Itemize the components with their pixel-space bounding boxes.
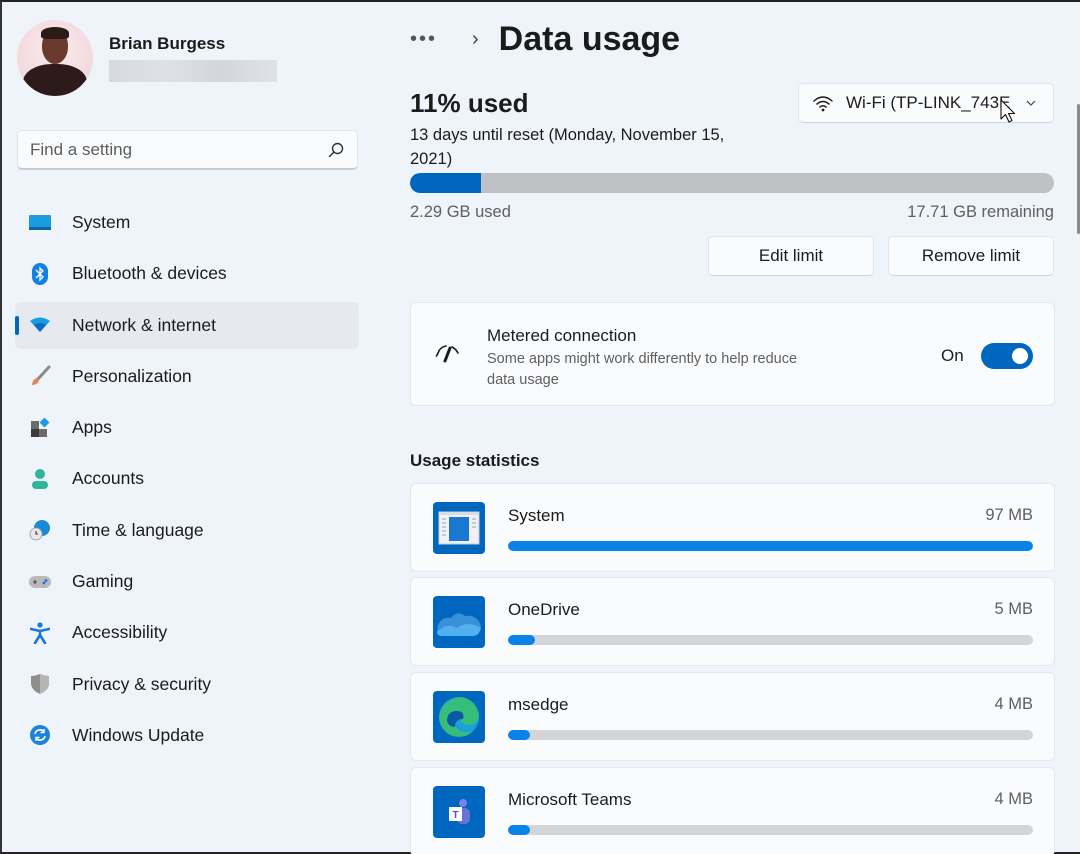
sidebar-item-accounts[interactable]: Accounts xyxy=(15,455,359,502)
sidebar-item-label: Privacy & security xyxy=(72,673,212,694)
sidebar-item-label: Bluetooth & devices xyxy=(72,263,227,284)
sidebar-item-apps[interactable]: Apps xyxy=(15,404,359,451)
search-icon[interactable] xyxy=(327,141,345,159)
app-name: Microsoft Teams xyxy=(508,790,632,809)
sidebar-item-label: Gaming xyxy=(72,571,134,592)
remaining-amount: 17.71 GB remaining xyxy=(907,203,1054,221)
remove-limit-button[interactable]: Remove limit xyxy=(888,236,1054,276)
sidebar-item-label: Time & language xyxy=(72,519,204,540)
wifi-icon xyxy=(29,314,51,336)
person-icon xyxy=(29,468,51,490)
metered-connection-toggle[interactable] xyxy=(981,343,1033,369)
sidebar-item-label: Personalization xyxy=(72,365,192,386)
avatar xyxy=(17,20,93,96)
sidebar-nav: System Bluetooth & devices Network & int… xyxy=(15,199,359,763)
sidebar-item-gaming[interactable]: Gaming xyxy=(15,558,359,605)
mouse-cursor-icon xyxy=(1000,99,1016,123)
sidebar-item-label: Accessibility xyxy=(72,622,168,643)
app-usage-bar-fill xyxy=(508,541,1033,551)
globe-clock-icon xyxy=(29,519,51,541)
search-input[interactable] xyxy=(30,139,327,160)
bluetooth-icon xyxy=(29,262,51,285)
onedrive-icon xyxy=(433,596,485,648)
sidebar-item-network[interactable]: Network & internet xyxy=(15,301,359,349)
sidebar-item-accessibility[interactable]: Accessibility xyxy=(15,609,359,656)
usage-summary: 11% used 13 days until reset (Monday, No… xyxy=(410,88,740,171)
data-usage-progress-fill xyxy=(410,173,481,193)
sidebar-item-bluetooth[interactable]: Bluetooth & devices xyxy=(15,250,359,297)
accessibility-icon xyxy=(29,622,51,644)
breadcrumb: ••• › Data usage xyxy=(410,20,680,59)
toggle-state-label: On xyxy=(941,346,964,365)
breadcrumb-more-button[interactable]: ••• xyxy=(410,28,450,51)
app-size: 4 MB xyxy=(994,695,1033,713)
app-usage-bar xyxy=(508,635,1033,645)
chevron-down-icon xyxy=(1026,100,1036,106)
toggle-knob xyxy=(1012,348,1028,364)
app-usage-row: OneDrive 5 MB xyxy=(410,577,1055,666)
sidebar-item-time-language[interactable]: Time & language xyxy=(15,507,359,554)
sidebar-item-label: Network & internet xyxy=(72,314,216,335)
search-box[interactable] xyxy=(17,130,358,170)
app-usage-bar xyxy=(508,730,1033,740)
profile-email-redacted xyxy=(109,60,277,82)
app-name: System xyxy=(508,506,565,525)
app-usage-bar-fill xyxy=(508,730,530,740)
gamepad-icon xyxy=(29,571,51,593)
active-indicator xyxy=(15,315,19,335)
app-usage-bar xyxy=(508,825,1033,835)
sidebar-item-label: System xyxy=(72,212,131,232)
app-usage-bar xyxy=(508,541,1033,551)
percent-used: 11% used xyxy=(410,88,529,118)
system-app-icon xyxy=(433,502,485,554)
sidebar-item-personalization[interactable]: Personalization xyxy=(15,353,359,400)
page-title: Data usage xyxy=(498,20,681,58)
profile-name: Brian Burgess xyxy=(109,34,226,53)
update-icon xyxy=(29,724,51,746)
sidebar-item-label: Apps xyxy=(72,417,112,438)
breadcrumb-chevron-icon: › xyxy=(472,28,479,50)
main-content: ••• › Data usage 11% used 13 days until … xyxy=(410,2,1055,854)
app-name: msedge xyxy=(508,695,569,714)
sidebar-item-label: Accounts xyxy=(72,468,144,489)
metered-title: Metered connection xyxy=(487,326,637,345)
paintbrush-icon xyxy=(29,365,51,387)
sidebar-item-system[interactable]: System xyxy=(15,199,359,246)
edit-limit-button[interactable]: Edit limit xyxy=(708,236,874,276)
reset-info: 13 days until reset (Monday, November 15… xyxy=(410,126,725,168)
sidebar: Brian Burgess System Bluetooth & devices xyxy=(2,2,374,854)
app-usage-bar-fill xyxy=(508,635,536,645)
usage-statistics-heading: Usage statistics xyxy=(410,451,540,470)
used-amount: 2.29 GB used xyxy=(410,203,511,221)
network-dropdown-value: Wi-Fi (TP-LINK_743E) xyxy=(846,93,1011,112)
sidebar-item-privacy[interactable]: Privacy & security xyxy=(15,661,359,708)
edge-icon xyxy=(433,691,485,743)
app-size: 97 MB xyxy=(985,506,1033,524)
metered-description: Some apps might work differently to help… xyxy=(487,351,798,388)
system-icon xyxy=(29,212,51,234)
teams-icon: T xyxy=(433,786,485,838)
app-usage-bar-fill xyxy=(508,825,530,835)
app-usage-row: System 97 MB xyxy=(410,483,1055,572)
sidebar-item-label: Windows Update xyxy=(72,724,205,745)
apps-icon xyxy=(29,417,51,439)
user-profile[interactable]: Brian Burgess xyxy=(17,20,277,96)
wifi-icon xyxy=(813,96,833,112)
app-name: OneDrive xyxy=(508,600,580,619)
svg-text:T: T xyxy=(452,810,458,821)
app-size: 5 MB xyxy=(994,600,1033,618)
shield-icon xyxy=(29,673,51,695)
data-usage-progress-bar xyxy=(410,173,1054,193)
sidebar-item-windows-update[interactable]: Windows Update xyxy=(15,712,359,759)
app-usage-row: T Microsoft Teams 4 MB xyxy=(410,767,1055,854)
speedometer-icon xyxy=(435,345,459,363)
app-usage-row: msedge 4 MB xyxy=(410,672,1055,761)
metered-connection-card: Metered connection Some apps might work … xyxy=(410,302,1055,406)
app-size: 4 MB xyxy=(994,790,1033,808)
